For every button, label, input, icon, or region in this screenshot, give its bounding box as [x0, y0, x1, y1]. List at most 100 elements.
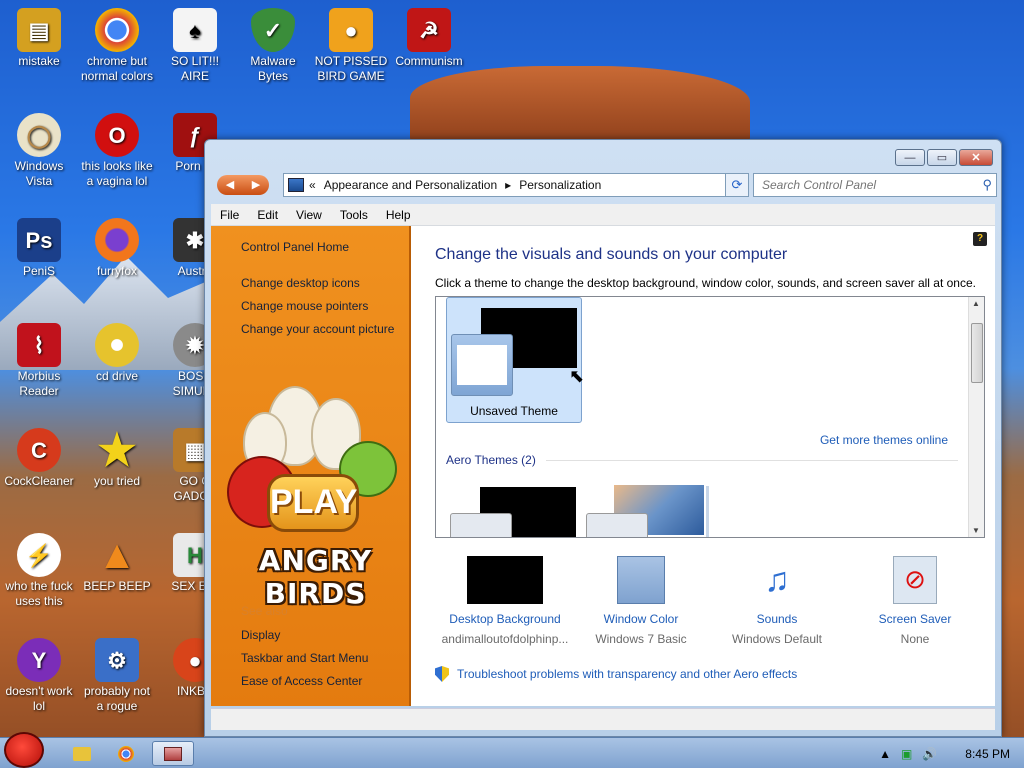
desktop-icon[interactable]: cd drive	[79, 323, 155, 384]
desktop-icon[interactable]: furryfox	[79, 218, 155, 279]
taskbar-control-panel[interactable]	[152, 741, 194, 766]
desktop-icon-label: Morbius Reader	[17, 369, 61, 398]
desktop-icon[interactable]: ▲ BEEP BEEP	[79, 533, 155, 594]
navigation-bar: ◀ ▶ « Appearance and Personalization ▸ P…	[213, 173, 997, 197]
option-name[interactable]: Screen Saver	[845, 612, 985, 626]
troubleshoot-link[interactable]: Troubleshoot problems with transparency …	[457, 667, 797, 681]
desktop-icon[interactable]: ● NOT PISSED BIRD GAME	[313, 8, 389, 84]
show-hidden-icons[interactable]: ▲	[879, 747, 891, 761]
control-panel-home-link[interactable]: Control Panel Home	[241, 240, 349, 254]
desktop-icon[interactable]: ★ you tried	[79, 428, 155, 489]
option-name[interactable]: Sounds	[707, 612, 847, 626]
desktop-icon-label: who the fuck uses this	[5, 579, 73, 608]
desktop-icon[interactable]: ◯ Windows Vista	[1, 113, 77, 189]
desktop-icon[interactable]: ▤ mistake	[1, 8, 77, 69]
search-icon[interactable]: ⚲	[982, 177, 992, 193]
desktop-icon[interactable]: Ydoesn't work lol	[1, 638, 77, 714]
close-button[interactable]: ✕	[959, 149, 993, 166]
taskbar-chrome[interactable]	[108, 741, 144, 766]
option-name[interactable]: Desktop Background	[435, 612, 575, 626]
desktop-icon[interactable]: Othis looks like a vagina lol	[79, 113, 155, 189]
gears-monitor-icon: ⚙	[95, 638, 139, 682]
refresh-button[interactable]: ⟳	[725, 173, 749, 197]
breadcrumb-personalization[interactable]: Personalization	[519, 178, 601, 192]
control-panel-icon	[288, 178, 304, 192]
search-input[interactable]	[754, 174, 964, 196]
angry-birds-logo: ANGRY BIRDS	[258, 544, 373, 610]
cd-icon	[95, 323, 139, 367]
menu-view[interactable]: View	[287, 208, 331, 222]
taskbar-start-menu-link[interactable]: Taskbar and Start Menu	[241, 651, 368, 665]
menu-edit[interactable]: Edit	[248, 208, 287, 222]
desktop-icon[interactable]: ⌇ Morbius Reader	[1, 323, 77, 399]
desktop-icon[interactable]: C CockCleaner	[1, 428, 77, 489]
breadcrumb-appearance[interactable]: Appearance and Personalization	[324, 178, 497, 192]
desktop-icon[interactable]: ⚡ who the fuck uses this	[1, 533, 77, 609]
sounds-option[interactable]: ♫ Sounds Windows Default	[707, 556, 847, 646]
minimize-button[interactable]: —	[895, 149, 925, 166]
divider	[546, 460, 958, 461]
screen-saver-option[interactable]: ⊘ Screen Saver None	[845, 556, 985, 646]
start-button[interactable]	[4, 732, 44, 768]
desktop-icon[interactable]: Ps PeniS	[1, 218, 77, 279]
theme-list: Unsaved Theme ⬉ Get more themes online A…	[435, 296, 985, 538]
breadcrumb-arrow-icon: ▸	[505, 178, 512, 192]
play-badge: PLAY	[267, 474, 359, 532]
desktop-icon[interactable]: ♠ SO LIT!!! AIRE	[157, 8, 233, 84]
scroll-down-icon[interactable]: ▼	[972, 526, 980, 535]
shield-icon: ✓	[251, 8, 295, 52]
troubleshoot-link-row[interactable]: Troubleshoot problems with transparency …	[435, 666, 797, 682]
menu-help[interactable]: Help	[377, 208, 420, 222]
personalization-window: — ▭ ✕ ◀ ▶ « Appearance and Personalizati…	[204, 139, 1002, 737]
change-account-picture-link[interactable]: Change your account picture	[241, 322, 394, 336]
help-icon[interactable]: ?	[973, 232, 987, 246]
desktop-icon[interactable]: ☭ Communism	[391, 8, 467, 69]
clock[interactable]: 8:45 PM	[965, 747, 1010, 761]
desktop-icon[interactable]: chrome but normal colors	[79, 8, 155, 84]
menu-file[interactable]: File	[211, 208, 248, 222]
main-panel: ? Change the visuals and sounds on your …	[411, 226, 995, 706]
theme-tile-selected[interactable]: Unsaved Theme ⬉	[446, 297, 585, 423]
volume-icon[interactable]: 🔊	[922, 747, 937, 761]
menu-bar: File Edit View Tools Help	[211, 204, 995, 226]
change-mouse-pointers-link[interactable]: Change mouse pointers	[241, 299, 368, 313]
egg-icon: ◯	[17, 113, 61, 157]
desktop-icon-label: furryfox	[96, 264, 137, 278]
maximize-button[interactable]: ▭	[927, 149, 957, 166]
folder-icon: ▤	[17, 8, 61, 52]
ease-of-access-link[interactable]: Ease of Access Center	[241, 674, 362, 688]
pdf-reader-icon: ⌇	[17, 323, 61, 367]
theme-scrollbar[interactable]: ▲ ▼	[968, 297, 984, 537]
chrome-icon	[118, 745, 134, 762]
address-bar[interactable]: « Appearance and Personalization ▸ Perso…	[283, 173, 749, 197]
window-color-option[interactable]: Window Color Windows 7 Basic	[571, 556, 711, 646]
get-more-themes-link[interactable]: Get more themes online	[820, 433, 948, 447]
wallpaper-rock	[410, 66, 750, 146]
option-name[interactable]: Window Color	[571, 612, 711, 626]
menu-tools[interactable]: Tools	[331, 208, 377, 222]
desktop-icon[interactable]: ✓ Malware Bytes	[235, 8, 311, 84]
desktop-icon[interactable]: ⚙ probably not a rogue	[79, 638, 155, 714]
desktop-background-option[interactable]: Desktop Background andimalloutofdolphinp…	[435, 556, 575, 646]
status-bar	[211, 708, 995, 730]
change-desktop-icons-link[interactable]: Change desktop icons	[241, 276, 360, 290]
desktop-icon-label: this looks like a vagina lol	[81, 159, 153, 188]
desktop-icon-label: doesn't work lol	[5, 684, 73, 713]
aero-window-preview-1	[450, 513, 512, 537]
display-link[interactable]: Display	[241, 628, 280, 642]
theme-window-preview	[451, 334, 513, 396]
music-notes-icon: ♫	[764, 561, 790, 599]
opera-icon: O	[95, 113, 139, 157]
network-icon[interactable]: ▣	[901, 747, 912, 761]
scroll-thumb[interactable]	[971, 323, 983, 383]
back-button[interactable]: ◀	[217, 175, 243, 195]
mouse-pointer-icon: ⬉	[569, 366, 585, 386]
no-screen-saver-icon: ⊘	[893, 556, 937, 604]
desktop-icon-label: chrome but normal colors	[80, 54, 154, 83]
forward-button[interactable]: ▶	[243, 175, 269, 195]
desktop-icon-label: Windows Vista	[14, 159, 64, 188]
taskbar-explorer[interactable]	[64, 741, 100, 766]
scroll-up-icon[interactable]: ▲	[972, 299, 980, 308]
option-value: andimalloutofdolphinp...	[441, 632, 569, 646]
desktop-icon-label: cd drive	[95, 369, 139, 383]
